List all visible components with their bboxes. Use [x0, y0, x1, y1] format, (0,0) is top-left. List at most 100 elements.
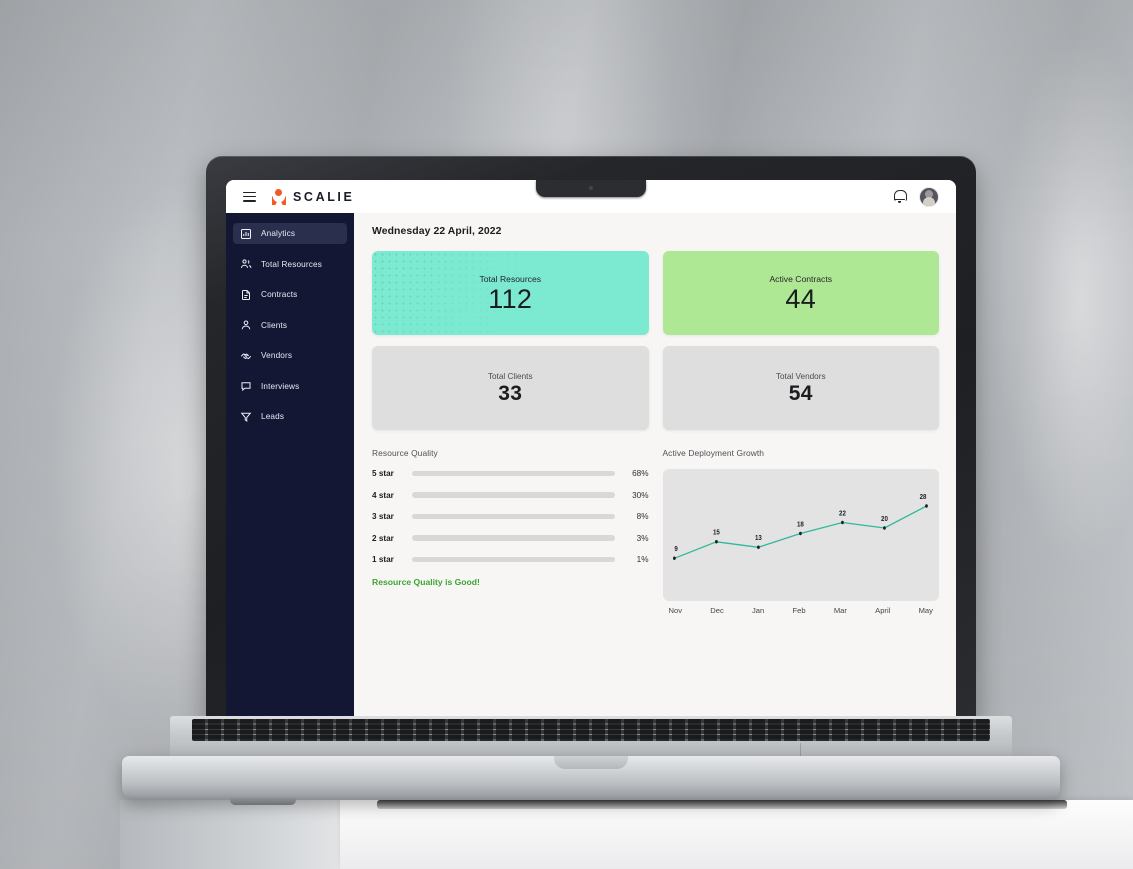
line-chart: 9 15 13 18 22 20 28 [662, 469, 939, 601]
sidebar-item-label: Total Resources [261, 259, 322, 269]
quality-row-1-star: 1 star 1% [372, 555, 649, 564]
document-icon [240, 289, 252, 301]
stat-card-total-vendors[interactable]: Total Vendors 54 [662, 346, 939, 430]
quality-note: Resource Quality is Good! [372, 576, 480, 587]
percent-label: 68% [632, 469, 649, 478]
stat-label: Active Contracts [769, 273, 833, 284]
quality-row-2-star: 2 star 3% [372, 534, 649, 543]
progress-track [412, 470, 615, 477]
sidebar-item-label: Clients [261, 320, 288, 330]
star-label: 2 star [372, 533, 394, 543]
chart-x-tick: May [918, 606, 933, 615]
percent-label: 8% [636, 512, 649, 521]
sidebar-item-label: Leads [261, 412, 285, 421]
chart-x-tick: Mar [833, 606, 847, 615]
base-foot [230, 798, 296, 805]
stat-value: 33 [498, 382, 523, 405]
growth-panel: Active Deployment Growth 9 15 13 18 22 20 28 N… [662, 448, 940, 615]
chart-point [840, 520, 844, 525]
percent-label: 30% [632, 490, 649, 500]
stat-card-grid: Total Resources 112 Active Contracts 44 … [372, 251, 939, 430]
white-pedestal [340, 800, 1133, 869]
stat-value: 44 [785, 283, 817, 314]
bar-chart-icon [240, 228, 252, 240]
chart-point [756, 545, 760, 549]
percent-label: 1% [636, 555, 649, 564]
sidebar-item-analytics[interactable]: Analytics [233, 223, 347, 244]
chart-x-tick: Nov [668, 606, 683, 615]
chart-point [882, 526, 886, 530]
sidebar-item-interviews[interactable]: Interviews [233, 376, 347, 397]
resource-quality-panel: Resource Quality 5 star 68% 4 star 30% 3… [372, 448, 649, 615]
main-content: Wednesday 22 April, 2022 Total Resources… [354, 213, 956, 722]
panel-title: Active Deployment Growth [662, 448, 765, 458]
stat-label: Total Clients [487, 372, 533, 381]
star-label: 5 star [372, 469, 394, 478]
laptop-base [122, 716, 1067, 809]
stat-value: 54 [788, 382, 813, 405]
chart-x-tick: Feb [792, 606, 806, 615]
pedestal-side [120, 800, 342, 869]
chat-icon [240, 380, 252, 392]
percent-label: 3% [636, 533, 649, 543]
progress-track [412, 535, 615, 541]
sidebar-item-total-resources[interactable]: Total Resources [233, 254, 347, 275]
progress-track [412, 513, 615, 520]
sidebar-item-label: Analytics [261, 229, 296, 238]
chart-point [924, 504, 928, 508]
chart-point-label: 20 [881, 516, 888, 524]
quality-row-3-star: 3 star 8% [372, 512, 649, 521]
base-shadow [377, 800, 1067, 809]
quality-row-5-star: 5 star 68% [372, 469, 649, 478]
chart-x-tick: Jan [752, 606, 765, 615]
brand-name: SCALIE [293, 189, 355, 204]
chart-point-label: 13 [754, 535, 761, 543]
keyboard-deck [170, 716, 1012, 758]
sidebar-item-label: Contracts [261, 290, 298, 299]
star-label: 4 star [372, 490, 394, 500]
page-title: Wednesday 22 April, 2022 [372, 226, 502, 237]
keyboard [192, 719, 990, 741]
stat-value: 112 [488, 283, 533, 314]
chart-point [798, 531, 802, 536]
progress-track [412, 556, 615, 563]
star-label: 1 star [372, 555, 394, 564]
panel-title: Resource Quality [372, 448, 438, 458]
sidebar-item-vendors[interactable]: Vendors [233, 345, 347, 366]
app-screen: SCALIE Analytics Total Resources Contrac… [226, 180, 956, 722]
chart-x-axis: Nov Dec Jan Feb Mar April May [663, 601, 940, 615]
stat-card-total-resources[interactable]: Total Resources 112 [372, 251, 649, 335]
chart-point-label: 22 [839, 510, 846, 518]
sidebar-item-label: Vendors [261, 351, 293, 360]
quality-row-4-star: 4 star 30% [372, 491, 649, 500]
stat-label: Total Resources [479, 273, 542, 284]
brand-logo[interactable]: SCALIE [272, 188, 355, 205]
chart-point [672, 556, 676, 560]
sidebar-item-contracts[interactable]: Contracts [233, 284, 347, 305]
bell-icon[interactable] [893, 189, 907, 204]
stat-card-active-contracts[interactable]: Active Contracts 44 [662, 251, 939, 335]
chart-point-label: 18 [797, 521, 804, 529]
stat-card-total-clients[interactable]: Total Clients 33 [372, 346, 649, 430]
sidebar: Analytics Total Resources Contracts Clie… [226, 213, 354, 722]
laptop-mockup: SCALIE Analytics Total Resources Contrac… [122, 156, 1067, 809]
sidebar-item-label: Interviews [261, 381, 300, 391]
avatar[interactable] [919, 186, 939, 207]
handshake-icon [240, 350, 252, 362]
camera-icon [589, 186, 593, 190]
base-notch [554, 756, 628, 769]
chart-point [714, 540, 718, 544]
chart-point-label: 15 [712, 529, 719, 537]
chart-point-label: 9 [674, 546, 678, 554]
user-icon [240, 319, 252, 331]
hamburger-icon[interactable] [243, 191, 256, 202]
chart-x-tick: April [875, 606, 891, 615]
chart-x-tick: Dec [710, 606, 724, 615]
sidebar-item-clients[interactable]: Clients [233, 315, 347, 336]
progress-track [412, 492, 615, 498]
webcam-notch [536, 180, 646, 197]
funnel-icon [240, 411, 252, 423]
sidebar-item-leads[interactable]: Leads [233, 406, 347, 427]
laptop-lid: SCALIE Analytics Total Resources Contrac… [206, 156, 976, 722]
star-label: 3 star [372, 512, 394, 521]
